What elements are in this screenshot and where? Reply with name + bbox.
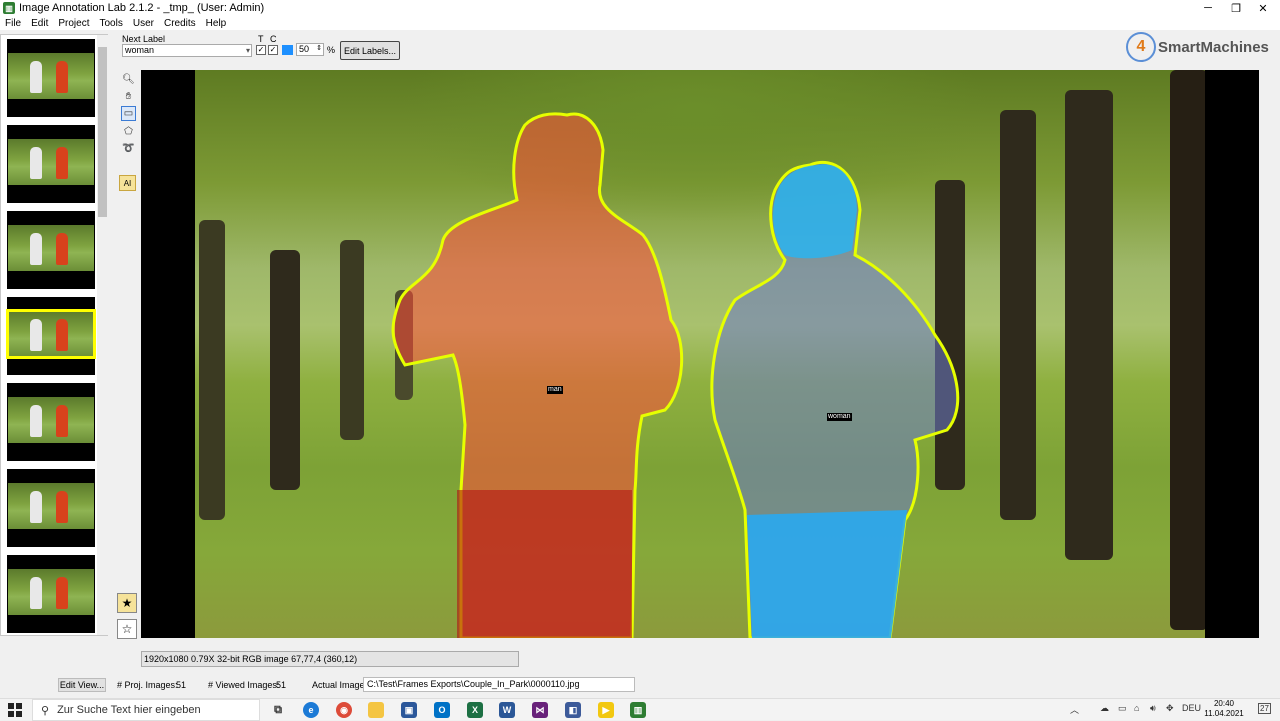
thumbnail[interactable] — [7, 383, 95, 461]
network-icon[interactable]: ⌂ — [1134, 703, 1139, 713]
file-explorer-icon[interactable] — [368, 702, 384, 718]
store-icon[interactable]: ▣ — [401, 702, 417, 718]
search-placeholder: Zur Suche Text hier eingeben — [57, 704, 201, 716]
notification-badge[interactable]: 27 — [1258, 703, 1271, 714]
close-button[interactable]: ✕ — [1246, 0, 1280, 16]
clock-date: 11.04.2021 — [1204, 709, 1244, 718]
edit-view-button[interactable]: Edit View... — [58, 678, 106, 692]
excel-icon[interactable]: X — [467, 702, 483, 718]
menu-help[interactable]: Help — [201, 18, 232, 29]
window-title: Image Annotation Lab 2.1.2 - _tmp_ (User… — [19, 2, 265, 14]
chevron-down-icon: ▾ — [245, 46, 250, 55]
menu-credits[interactable]: Credits — [159, 18, 201, 29]
tray-overflow-icon[interactable]: ︿ — [1070, 703, 1079, 716]
outlook-icon[interactable]: O — [434, 702, 450, 718]
dropbox-icon[interactable]: ✥ — [1166, 703, 1174, 714]
app-icon: ▥ — [3, 2, 15, 14]
show-color-checkbox[interactable]: ✓ — [268, 45, 278, 55]
clock[interactable]: 20:40 11.04.2021 — [1198, 699, 1250, 719]
logo: 4 SmartMachines — [1126, 32, 1269, 62]
viewed-images-value: 51 — [276, 680, 287, 690]
thumbnail[interactable] — [7, 125, 95, 203]
visual-studio-icon[interactable]: ⋈ — [532, 702, 548, 718]
auto-annotate-all-icon[interactable]: ☆ — [117, 619, 137, 639]
show-text-checkbox[interactable]: ✓ — [256, 45, 266, 55]
next-label-caption: Next Label — [122, 34, 166, 44]
edge-icon[interactable]: e — [303, 702, 319, 718]
rectangle-icon[interactable]: ▭ — [121, 106, 136, 121]
scrollbar-thumb[interactable] — [98, 47, 107, 217]
logo-badge: 4 — [1126, 32, 1156, 62]
volume-icon[interactable]: 🔊︎ — [1150, 703, 1156, 714]
menu-user[interactable]: User — [128, 18, 159, 29]
clock-time: 20:40 — [1213, 699, 1235, 708]
image-canvas[interactable]: man woman — [141, 70, 1259, 638]
actual-image-path: C:\Test\Frames Exports\Couple_In_Park\00… — [363, 677, 635, 692]
label-color-swatch[interactable] — [282, 45, 293, 55]
menu-tools[interactable]: Tools — [94, 18, 127, 29]
actual-image-label: Actual Image: — [312, 680, 368, 690]
proj-images-label: # Proj. Images: — [117, 680, 178, 690]
hand-icon[interactable]: ✋︎ — [121, 89, 136, 104]
thumbnail[interactable] — [7, 555, 95, 633]
proj-images-value: 51 — [176, 680, 187, 690]
polygon-icon[interactable]: ⬠ — [121, 124, 136, 139]
menu-bar: File Edit Project Tools User Credits Hel… — [0, 16, 1280, 30]
photo: man woman — [195, 70, 1205, 638]
spin-arrows-icon: ⇕ — [316, 45, 322, 52]
t-caption: T — [258, 34, 264, 44]
ai-button[interactable]: AI — [119, 175, 136, 191]
next-label-select[interactable]: woman ▾ — [122, 44, 252, 57]
powerbi-icon[interactable]: ▶ — [598, 702, 614, 718]
thumbnail-selected[interactable] — [6, 297, 96, 375]
thumbnail[interactable] — [7, 211, 95, 289]
windows-start-icon[interactable] — [8, 703, 22, 717]
c-caption: C — [270, 34, 277, 44]
segment-label-woman: woman — [827, 413, 852, 421]
segment-label-man: man — [547, 386, 563, 394]
auto-annotate-icon[interactable]: ★ — [117, 593, 137, 613]
zoom-icon[interactable]: 🔍︎ — [121, 72, 136, 87]
segment-man[interactable] — [195, 70, 1205, 638]
thumbnail[interactable] — [7, 469, 95, 547]
canvas-vertical-scrollbar[interactable] — [1259, 70, 1271, 638]
next-label-value: woman — [125, 45, 155, 55]
image-info: 1920x1080 0.79X 32-bit RGB image 67,77,4… — [141, 651, 519, 667]
menu-project[interactable]: Project — [53, 18, 94, 29]
percent-label: % — [327, 45, 336, 55]
canvas-horizontal-scrollbar[interactable] — [141, 638, 1259, 648]
task-view-icon[interactable]: ⧉ — [270, 702, 286, 718]
lasso-icon[interactable]: ➰ — [121, 141, 136, 156]
cloud-icon[interactable]: ☁ — [1100, 703, 1109, 714]
taskbar-search[interactable]: ⚲ Zur Suche Text hier eingeben — [32, 699, 260, 721]
word-icon[interactable]: W — [499, 702, 515, 718]
logo-text: SmartMachines — [1158, 38, 1269, 56]
menu-edit[interactable]: Edit — [26, 18, 53, 29]
viewed-images-label: # Viewed Images: — [208, 680, 280, 690]
battery-icon[interactable]: ▭ — [1118, 703, 1127, 714]
taskbar: ⚲ Zur Suche Text hier eingeben ⧉ e ◉ ▣ O… — [0, 698, 1280, 721]
menu-file[interactable]: File — [0, 18, 26, 29]
title-bar: ▥ Image Annotation Lab 2.1.2 - _tmp_ (Us… — [0, 0, 1280, 16]
opacity-value: 50 — [299, 44, 310, 54]
search-icon: ⚲ — [41, 704, 50, 717]
opacity-stepper[interactable]: 50 ⇕ — [296, 43, 324, 56]
thumbnail[interactable] — [7, 39, 95, 117]
thumbnail-scrollbar[interactable] — [97, 35, 108, 635]
edit-labels-button[interactable]: Edit Labels... — [340, 41, 400, 60]
chrome-icon[interactable]: ◉ — [336, 702, 352, 718]
status-bar: Edit View... # Proj. Images: 51 # Viewed… — [0, 677, 1280, 693]
app-icon-generic[interactable]: ◧ — [565, 702, 581, 718]
thumbnail-strip[interactable] — [0, 34, 108, 636]
annotation-lab-taskbar-icon[interactable]: ▥ — [630, 702, 646, 718]
